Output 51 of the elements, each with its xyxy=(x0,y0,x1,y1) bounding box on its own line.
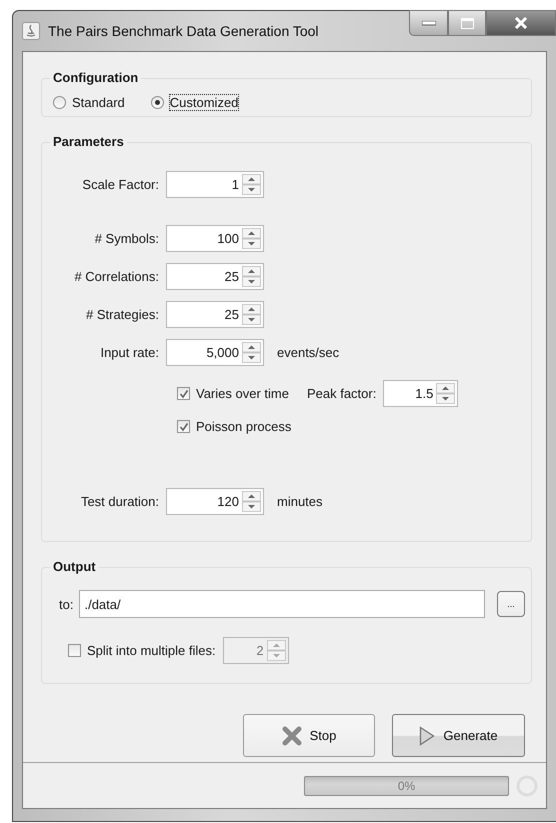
field-label: to: xyxy=(59,596,74,612)
spinner-field[interactable]: 1 xyxy=(166,171,264,198)
path-field[interactable]: ./data/ xyxy=(79,590,485,618)
group-title: Configuration xyxy=(50,70,142,85)
field-label: # Correlations: xyxy=(73,269,159,284)
field-label: Peak factor: xyxy=(306,386,376,401)
stop-button[interactable]: Stop xyxy=(243,714,375,757)
radio-button[interactable] xyxy=(53,96,66,109)
spinner-field[interactable]: 5,000 xyxy=(166,339,264,366)
spinner-field[interactable]: 1.5 xyxy=(383,380,458,407)
stepper-arrows-icon[interactable] xyxy=(242,174,261,195)
checkbox-label: Varies over time xyxy=(196,386,289,401)
unit-label: minutes xyxy=(276,494,324,509)
field-label: # Strategies: xyxy=(85,307,159,322)
close-icon xyxy=(514,17,528,29)
radio-label: Standard xyxy=(72,95,125,110)
window-title: The Pairs Benchmark Data Generation Tool xyxy=(48,23,319,39)
checkbox[interactable] xyxy=(177,420,190,433)
stepper-arrows-icon[interactable] xyxy=(242,304,261,325)
minimize-button[interactable] xyxy=(409,10,448,36)
group-title: Output xyxy=(50,559,99,574)
field-label: Test duration: xyxy=(80,494,159,509)
stepper-arrows-icon[interactable] xyxy=(242,491,261,512)
generate-button[interactable]: Generate xyxy=(392,714,525,757)
stepper-arrows-icon[interactable] xyxy=(436,383,456,404)
field-label: Input rate: xyxy=(99,345,159,360)
progress-text: 0% xyxy=(398,778,416,792)
checkbox-label: Poisson process xyxy=(196,419,292,434)
stepper-arrows-icon[interactable] xyxy=(242,342,261,363)
checkbox[interactable] xyxy=(177,387,190,400)
spinner-field[interactable]: 25 xyxy=(166,263,264,290)
field-label: Scale Factor: xyxy=(81,177,159,192)
spinner-field[interactable]: 100 xyxy=(166,225,264,252)
radio-label: Customized xyxy=(170,95,238,110)
stepper-arrows-icon[interactable] xyxy=(242,228,261,249)
browse-button[interactable]: ... xyxy=(497,591,525,617)
spinner-field[interactable]: 120 xyxy=(166,488,264,515)
maximize-icon xyxy=(460,18,474,28)
app-icon xyxy=(22,22,40,40)
field-label: # Symbols: xyxy=(94,231,159,246)
close-button[interactable] xyxy=(486,10,556,36)
radio-button[interactable] xyxy=(150,96,164,109)
cross-icon xyxy=(282,726,302,746)
checkbox-label: Split into multiple files: xyxy=(87,643,216,658)
minimize-icon xyxy=(422,20,436,26)
spinner-field[interactable]: 25 xyxy=(166,301,264,328)
unit-label: events/sec xyxy=(276,345,340,360)
stepper-arrows-icon[interactable] xyxy=(242,266,261,287)
group-title: Parameters xyxy=(50,134,127,149)
maximize-button[interactable] xyxy=(448,10,486,36)
play-icon xyxy=(419,726,436,746)
